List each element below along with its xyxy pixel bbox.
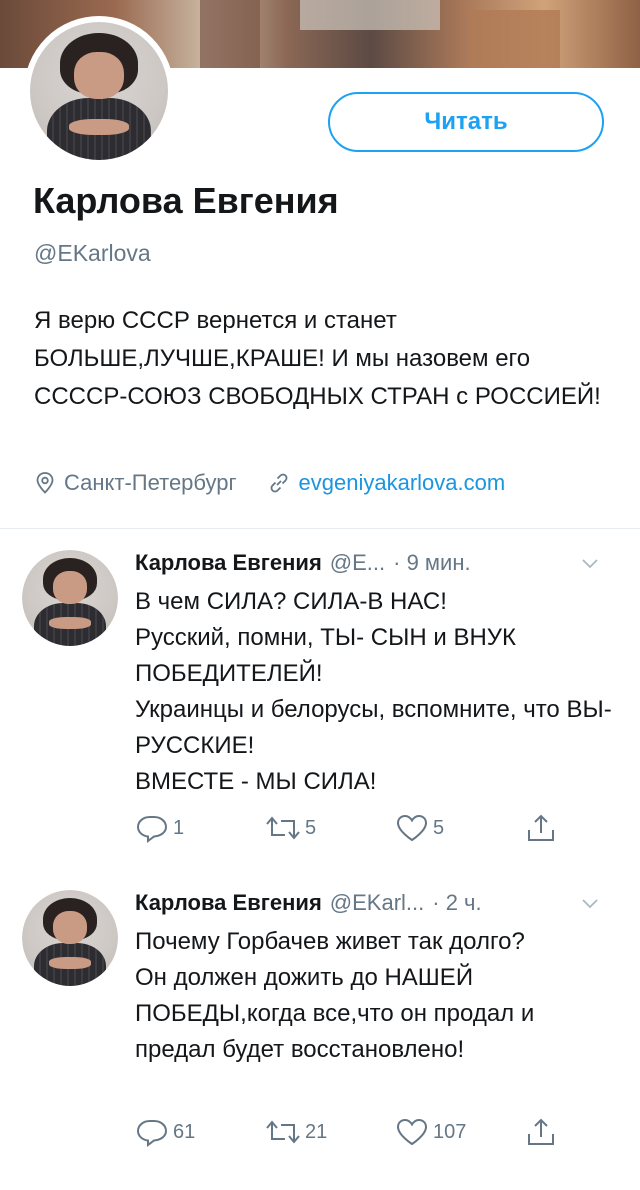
- follow-button[interactable]: Читать: [328, 92, 604, 152]
- retweet-count: 21: [305, 1120, 328, 1143]
- like-count: 107: [433, 1120, 467, 1143]
- tweet-author-name[interactable]: Карлова Евгения: [135, 890, 322, 916]
- location-text: Санкт-Петербург: [64, 470, 237, 495]
- profile-handle: @EKarlova: [34, 240, 151, 266]
- chevron-down-icon[interactable]: [579, 892, 601, 914]
- retweet-icon: [266, 1120, 300, 1144]
- profile-website[interactable]: evgeniyakarlova.com: [267, 470, 506, 496]
- banner-sky: [300, 0, 440, 30]
- website-link[interactable]: evgeniyakarlova.com: [299, 470, 506, 496]
- tweet-avatar[interactable]: [22, 550, 118, 646]
- tweet-time: · 9 мин.: [393, 550, 471, 575]
- reply-icon: [136, 1120, 168, 1147]
- like-button[interactable]: 107: [395, 1117, 525, 1147]
- share-icon: [528, 1118, 554, 1145]
- share-icon: [528, 814, 554, 841]
- reply-count: 1: [173, 816, 185, 839]
- profile-avatar[interactable]: [24, 16, 174, 166]
- retweet-button[interactable]: 21: [265, 1117, 395, 1147]
- tweet-author-name[interactable]: Карлова Евгения: [135, 550, 322, 576]
- chevron-down-icon[interactable]: [579, 552, 601, 574]
- tweet-header: Карлова Евгения @EKarl... · 2 ч.: [135, 890, 605, 916]
- tweet-author-handle: @E...: [329, 550, 386, 575]
- tweet-actions: 61 21 107: [135, 1116, 640, 1148]
- profile-name: Карлова Евгения: [33, 180, 339, 221]
- like-icon: [396, 1118, 428, 1146]
- profile-location: Санкт-Петербург: [34, 470, 237, 496]
- location-pin-icon: [36, 472, 54, 494]
- tweet-header: Карлова Евгения @E... · 9 мин.: [135, 550, 605, 576]
- profile-meta: Санкт-Петербург evgeniyakarlova.com: [34, 470, 505, 496]
- retweet-button[interactable]: 5: [265, 813, 395, 843]
- profile-bio: Я верю СССР вернется и станет БОЛЬШЕ,ЛУЧ…: [34, 307, 601, 410]
- like-button[interactable]: 5: [395, 813, 525, 843]
- tweet-author-handle: @EKarl...: [329, 890, 425, 915]
- share-button[interactable]: [525, 812, 640, 844]
- link-icon: [270, 473, 287, 493]
- share-button[interactable]: [525, 1116, 640, 1148]
- like-icon: [396, 814, 428, 842]
- reply-count: 61: [173, 1120, 196, 1143]
- tweet-text: Почему Горбачев живет так долго? Он долж…: [135, 928, 535, 1063]
- tweet-time: · 2 ч.: [432, 890, 482, 915]
- like-count: 5: [433, 816, 445, 839]
- divider: [0, 528, 640, 529]
- tweet-actions: 1 5 5: [135, 812, 640, 844]
- avatar-photo: [30, 22, 168, 160]
- banner-tower: [470, 10, 560, 68]
- banner-tower: [200, 0, 260, 68]
- retweet-icon: [266, 816, 300, 840]
- tweet-text: В чем СИЛА? СИЛА-В НАС! Русский, помни, …: [135, 588, 612, 795]
- retweet-count: 5: [305, 816, 317, 839]
- reply-button[interactable]: 1: [135, 813, 265, 843]
- tweet-avatar[interactable]: [22, 890, 118, 986]
- reply-button[interactable]: 61: [135, 1117, 265, 1147]
- reply-icon: [136, 816, 168, 843]
